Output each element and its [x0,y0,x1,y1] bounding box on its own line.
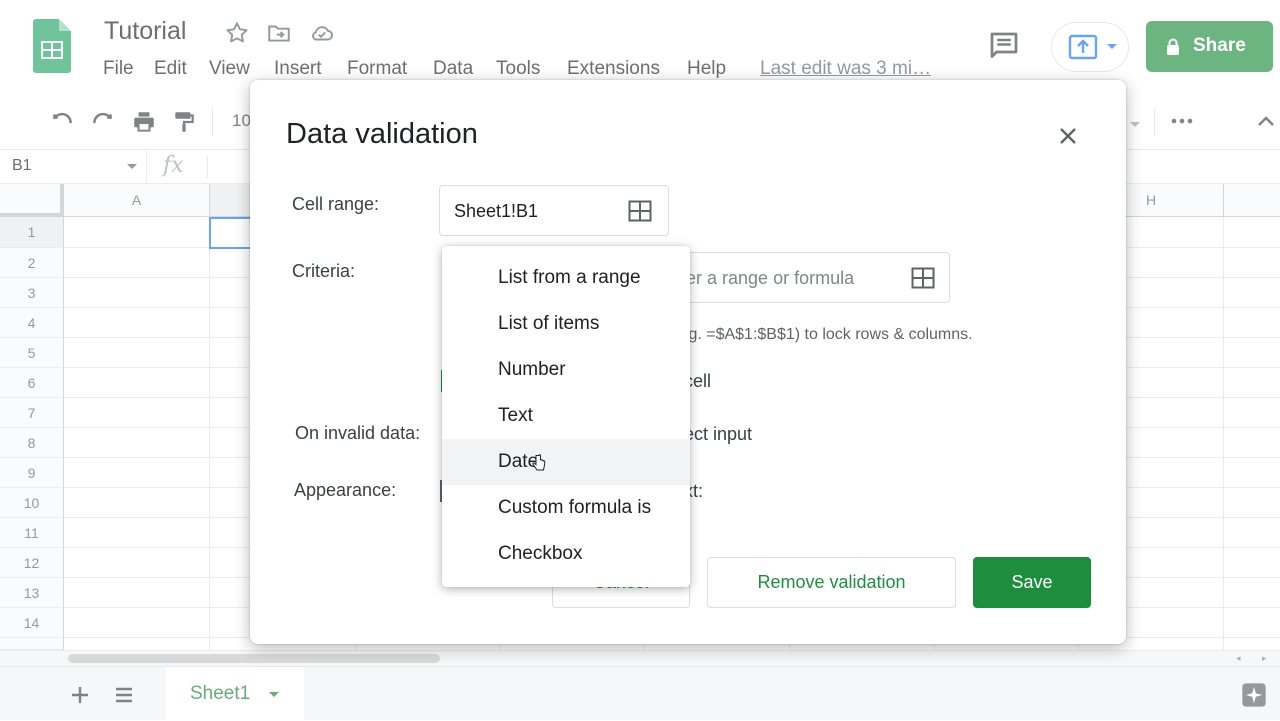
cell-range-label: Cell range: [292,194,380,214]
criteria-option-number[interactable]: Number [442,347,690,393]
cell-range-input[interactable]: Sheet1!B1 [439,185,669,236]
criteria-label: Criteria: [292,261,356,281]
select-range-icon[interactable] [911,267,935,289]
criteria-dropdown-menu: List from a range List of items Number T… [442,246,690,587]
criteria-option-text[interactable]: Text [442,393,690,439]
close-icon[interactable] [1050,118,1086,154]
on-invalid-data-label: On invalid data: [295,423,421,443]
criteria-option-list-of-items[interactable]: List of items [442,301,690,347]
criteria-option-checkbox[interactable]: Checkbox [442,531,690,577]
appearance-label: Appearance: [294,480,397,500]
criteria-range-input[interactable]: nter a range or formula [670,252,950,303]
criteria-range-placeholder: nter a range or formula [671,268,855,288]
remove-validation-button[interactable]: Remove validation [707,557,956,608]
cell-range-value: Sheet1!B1 [454,201,539,221]
dialog-title: Data validation [286,118,478,150]
hand-cursor-icon [532,454,546,477]
criteria-option-list-from-range[interactable]: List from a range [442,255,690,301]
criteria-hint: .g. =$A$1:$B$1) to lock rows & columns. [684,326,973,343]
save-button[interactable]: Save [973,557,1091,608]
select-range-icon[interactable] [628,200,652,222]
criteria-option-custom-formula[interactable]: Custom formula is [442,485,690,531]
reject-input-option[interactable]: ect input [684,424,752,445]
criteria-option-date[interactable]: Date [442,439,690,485]
